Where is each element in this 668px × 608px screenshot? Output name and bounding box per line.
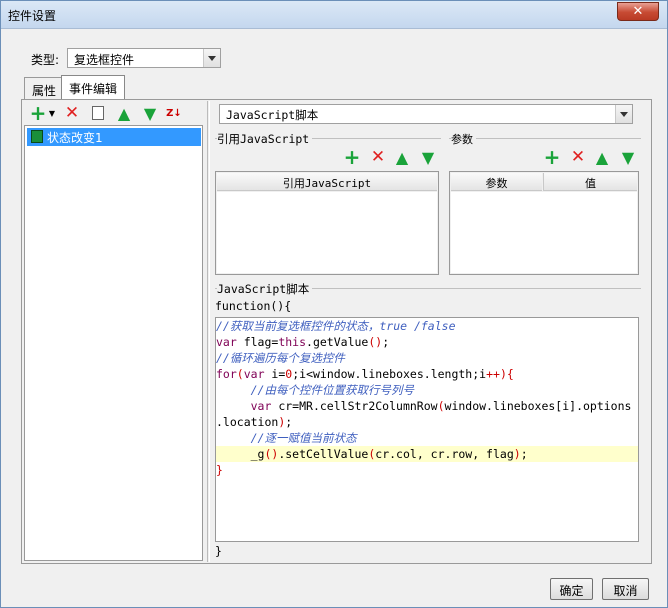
window-title: 控件设置 — [8, 9, 57, 23]
code-line: //循环遍历每个复选控件 — [216, 351, 345, 365]
add-icon[interactable]: + — [343, 147, 361, 167]
code-line: var flag=this.getValue(); — [216, 335, 390, 349]
move-down-icon[interactable]: ▼ — [619, 148, 637, 167]
splitter[interactable] — [207, 101, 210, 562]
params-legend: 参数 — [451, 131, 476, 147]
tab-event-edit[interactable]: 事件编辑 — [61, 75, 126, 100]
tab-properties[interactable]: 属性 — [24, 77, 65, 99]
cancel-button[interactable]: 取消 — [602, 578, 649, 600]
delete-icon[interactable]: ✕ — [569, 147, 587, 167]
ref-js-table: 引用JavaScript — [215, 171, 439, 275]
chevron-down-icon[interactable] — [615, 105, 632, 123]
delete-icon[interactable]: ✕ — [63, 103, 81, 123]
params-col-value[interactable]: 值 — [543, 173, 637, 191]
params-col-name[interactable]: 参数 — [451, 173, 542, 191]
script-editor[interactable]: //获取当前复选框控件的状态，true /false var flag=this… — [215, 317, 639, 542]
dialog-window: 控件设置 ✕ 类型: 复选框控件 属性 事件编辑 + ▼ ✕ ▲ ▼ Z↓ 状态… — [0, 0, 668, 608]
params-table: 参数 值 — [449, 171, 639, 275]
type-select-value: 复选框控件 — [74, 53, 135, 67]
script-header: function(){ — [215, 299, 292, 313]
script-legend: JavaScript脚本 — [217, 281, 313, 297]
move-down-icon[interactable]: ▼ — [419, 148, 437, 167]
close-button[interactable]: ✕ — [617, 2, 659, 21]
code-line: var cr=MR.cellStr2ColumnRow(window.lineb… — [250, 399, 632, 413]
sort-icon[interactable]: Z↓ — [165, 104, 183, 122]
chevron-down-icon[interactable]: ▼ — [43, 104, 61, 122]
code-line: } — [216, 463, 223, 477]
copy-icon[interactable] — [89, 104, 107, 122]
code-line: //逐一赋值当前状态 — [216, 431, 357, 445]
code-line: //获取当前复选框控件的状态，true /false — [216, 319, 456, 333]
code-line-highlighted: _g().setCellValue(cr.col, cr.row, flag); — [216, 446, 638, 462]
event-icon — [31, 130, 43, 143]
event-item-state-change[interactable]: 状态改变1 — [27, 128, 201, 146]
ref-js-table-body — [217, 192, 437, 273]
add-icon[interactable]: + — [543, 147, 561, 167]
ref-js-legend: 引用JavaScript — [217, 131, 313, 147]
code-line: //由每个控件位置获取行号列号 — [216, 383, 414, 397]
move-up-icon[interactable]: ▲ — [115, 104, 133, 123]
code-line: for(var i=0;i<window.lineboxes.length;i+… — [216, 367, 514, 381]
delete-icon[interactable]: ✕ — [369, 147, 387, 167]
ok-button[interactable]: 确定 — [550, 578, 593, 600]
script-footer: } — [215, 544, 222, 558]
event-list: 状态改变1 — [24, 125, 203, 561]
move-up-icon[interactable]: ▲ — [393, 148, 411, 167]
move-down-icon[interactable]: ▼ — [141, 104, 159, 123]
code-line: .location); — [216, 415, 293, 429]
event-list-pane: + ▼ ✕ ▲ ▼ Z↓ 状态改变1 — [23, 101, 203, 562]
type-label: 类型: — [31, 53, 60, 67]
chevron-down-icon[interactable] — [203, 49, 220, 67]
script-type-select[interactable]: JavaScript脚本 — [219, 104, 633, 124]
move-up-icon[interactable]: ▲ — [593, 148, 611, 167]
params-table-body — [451, 192, 637, 273]
params-group — [449, 138, 641, 139]
event-item-label: 状态改变1 — [47, 131, 103, 145]
ref-js-col-header[interactable]: 引用JavaScript — [217, 173, 437, 191]
script-type-value: JavaScript脚本 — [226, 108, 319, 122]
type-select[interactable]: 复选框控件 — [67, 48, 221, 68]
title-bar: 控件设置 ✕ — [1, 1, 667, 29]
